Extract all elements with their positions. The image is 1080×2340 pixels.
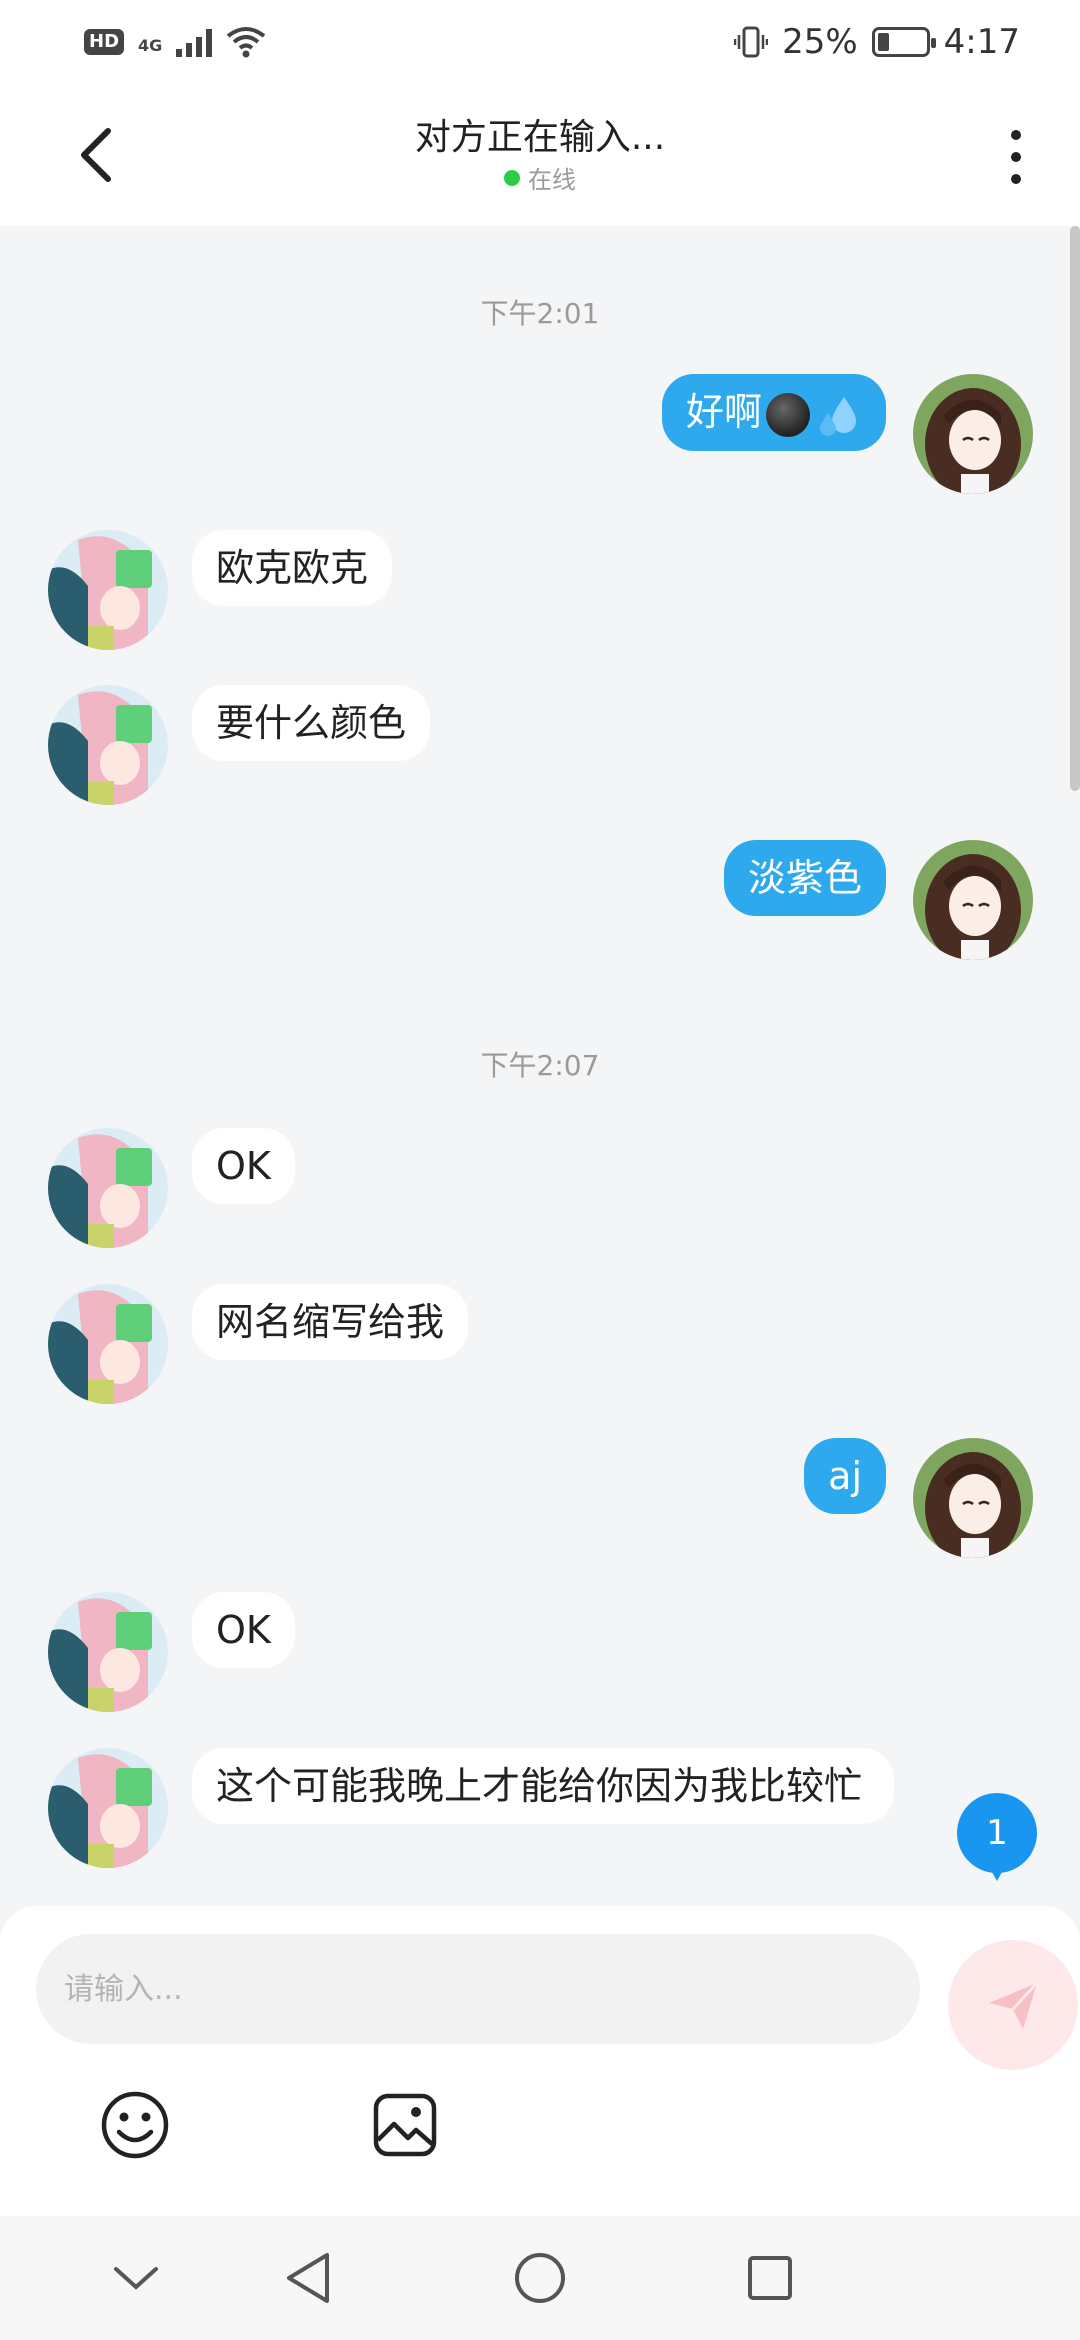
battery-icon (871, 27, 936, 57)
avatar-image (48, 685, 168, 805)
nav-home-button[interactable] (508, 2246, 572, 2310)
online-status-label: 在线 (528, 166, 576, 194)
send-button[interactable] (948, 1940, 1078, 2070)
status-left: HD 4G (84, 26, 266, 58)
contact-avatar[interactable] (48, 685, 168, 805)
unread-count: 1 (957, 1793, 1037, 1873)
emoji-button[interactable] (100, 2090, 170, 2160)
smiley-icon (101, 2091, 169, 2159)
vibrate-icon (734, 26, 769, 58)
contact-avatar[interactable] (48, 1284, 168, 1404)
sweat-droplets-emoji (820, 396, 856, 436)
contact-avatar[interactable] (48, 1592, 168, 1712)
image-button[interactable] (372, 2092, 438, 2158)
status-bar: HD 4G 25% 4:17 (0, 0, 1080, 84)
online-dot-icon (504, 169, 520, 186)
outgoing-message[interactable]: 淡紫色 (723, 840, 886, 916)
avatar-image (48, 1592, 168, 1712)
avatar-image (48, 1284, 168, 1404)
status-time: 4:17 (943, 22, 1020, 62)
outgoing-message[interactable]: 好啊 (661, 374, 886, 451)
online-status: 在线 (0, 160, 1080, 195)
unread-badge[interactable]: 1 (957, 1793, 1037, 1881)
hd-badge: HD (84, 29, 125, 55)
time-separator: 下午2:01 (480, 297, 600, 330)
contact-avatar[interactable] (48, 1748, 168, 1868)
chat-title: 对方正在输入... (414, 117, 666, 158)
my-avatar[interactable] (913, 1438, 1033, 1558)
nav-recents-button[interactable] (738, 2246, 802, 2310)
time-separator: 下午2:07 (480, 1049, 600, 1082)
status-right: 25% 4:17 (734, 22, 1020, 62)
incoming-message[interactable]: OK (192, 1592, 295, 1668)
avatar-image (913, 840, 1033, 960)
contact-avatar[interactable] (48, 1128, 168, 1248)
chat-scrollbar[interactable] (1070, 226, 1080, 791)
avatar-image (48, 1748, 168, 1868)
battery-level (877, 33, 890, 51)
send-paper-plane-icon (989, 1981, 1039, 2029)
image-icon (373, 2093, 437, 2157)
more-options-button[interactable] (996, 124, 1036, 190)
nav-collapse-button[interactable] (104, 2246, 168, 2310)
incoming-message[interactable]: 要什么颜色 (192, 685, 431, 761)
my-avatar[interactable] (913, 374, 1033, 494)
more-dot (1011, 152, 1021, 162)
incoming-message[interactable]: 欧克欧克 (192, 530, 393, 606)
square-recents-icon (748, 2256, 792, 2300)
wifi-icon (227, 27, 266, 58)
contact-avatar[interactable] (48, 530, 168, 650)
nav-back-button[interactable] (276, 2246, 340, 2310)
composer-panel (0, 1906, 1080, 2216)
signal-icon (176, 27, 213, 57)
my-avatar[interactable] (913, 840, 1033, 960)
avatar-image (48, 530, 168, 650)
incoming-message[interactable]: OK (192, 1128, 295, 1204)
triangle-back-icon (287, 2253, 329, 2303)
more-dot (1011, 174, 1021, 184)
dark-face-emoji (766, 392, 810, 437)
battery-percent: 25% (782, 22, 858, 62)
avatar-image (913, 1438, 1033, 1558)
badge-tail (987, 1863, 1007, 1881)
incoming-message[interactable]: 网名缩写给我 (192, 1284, 469, 1360)
message-input[interactable] (36, 1934, 920, 2044)
circle-home-icon (515, 2253, 565, 2303)
outgoing-message[interactable]: aj (804, 1438, 886, 1514)
avatar-image (913, 374, 1033, 494)
incoming-message[interactable]: 这个可能我晚上才能给你因为我比较忙 (192, 1748, 894, 1824)
chat-header: 对方正在输入... 在线 (0, 84, 1080, 226)
network-type: 4G (138, 36, 163, 55)
more-vertical-icon (1011, 130, 1021, 140)
system-nav-bar (0, 2216, 1080, 2340)
message-list[interactable]: 下午2:01 好啊 欧克欧克 要什么颜色 淡紫色 下午2:07 OK 网名缩写给… (0, 226, 1080, 1906)
avatar-image (48, 1128, 168, 1248)
message-text: 好啊 (685, 390, 762, 434)
chevron-down-icon (114, 2267, 158, 2290)
